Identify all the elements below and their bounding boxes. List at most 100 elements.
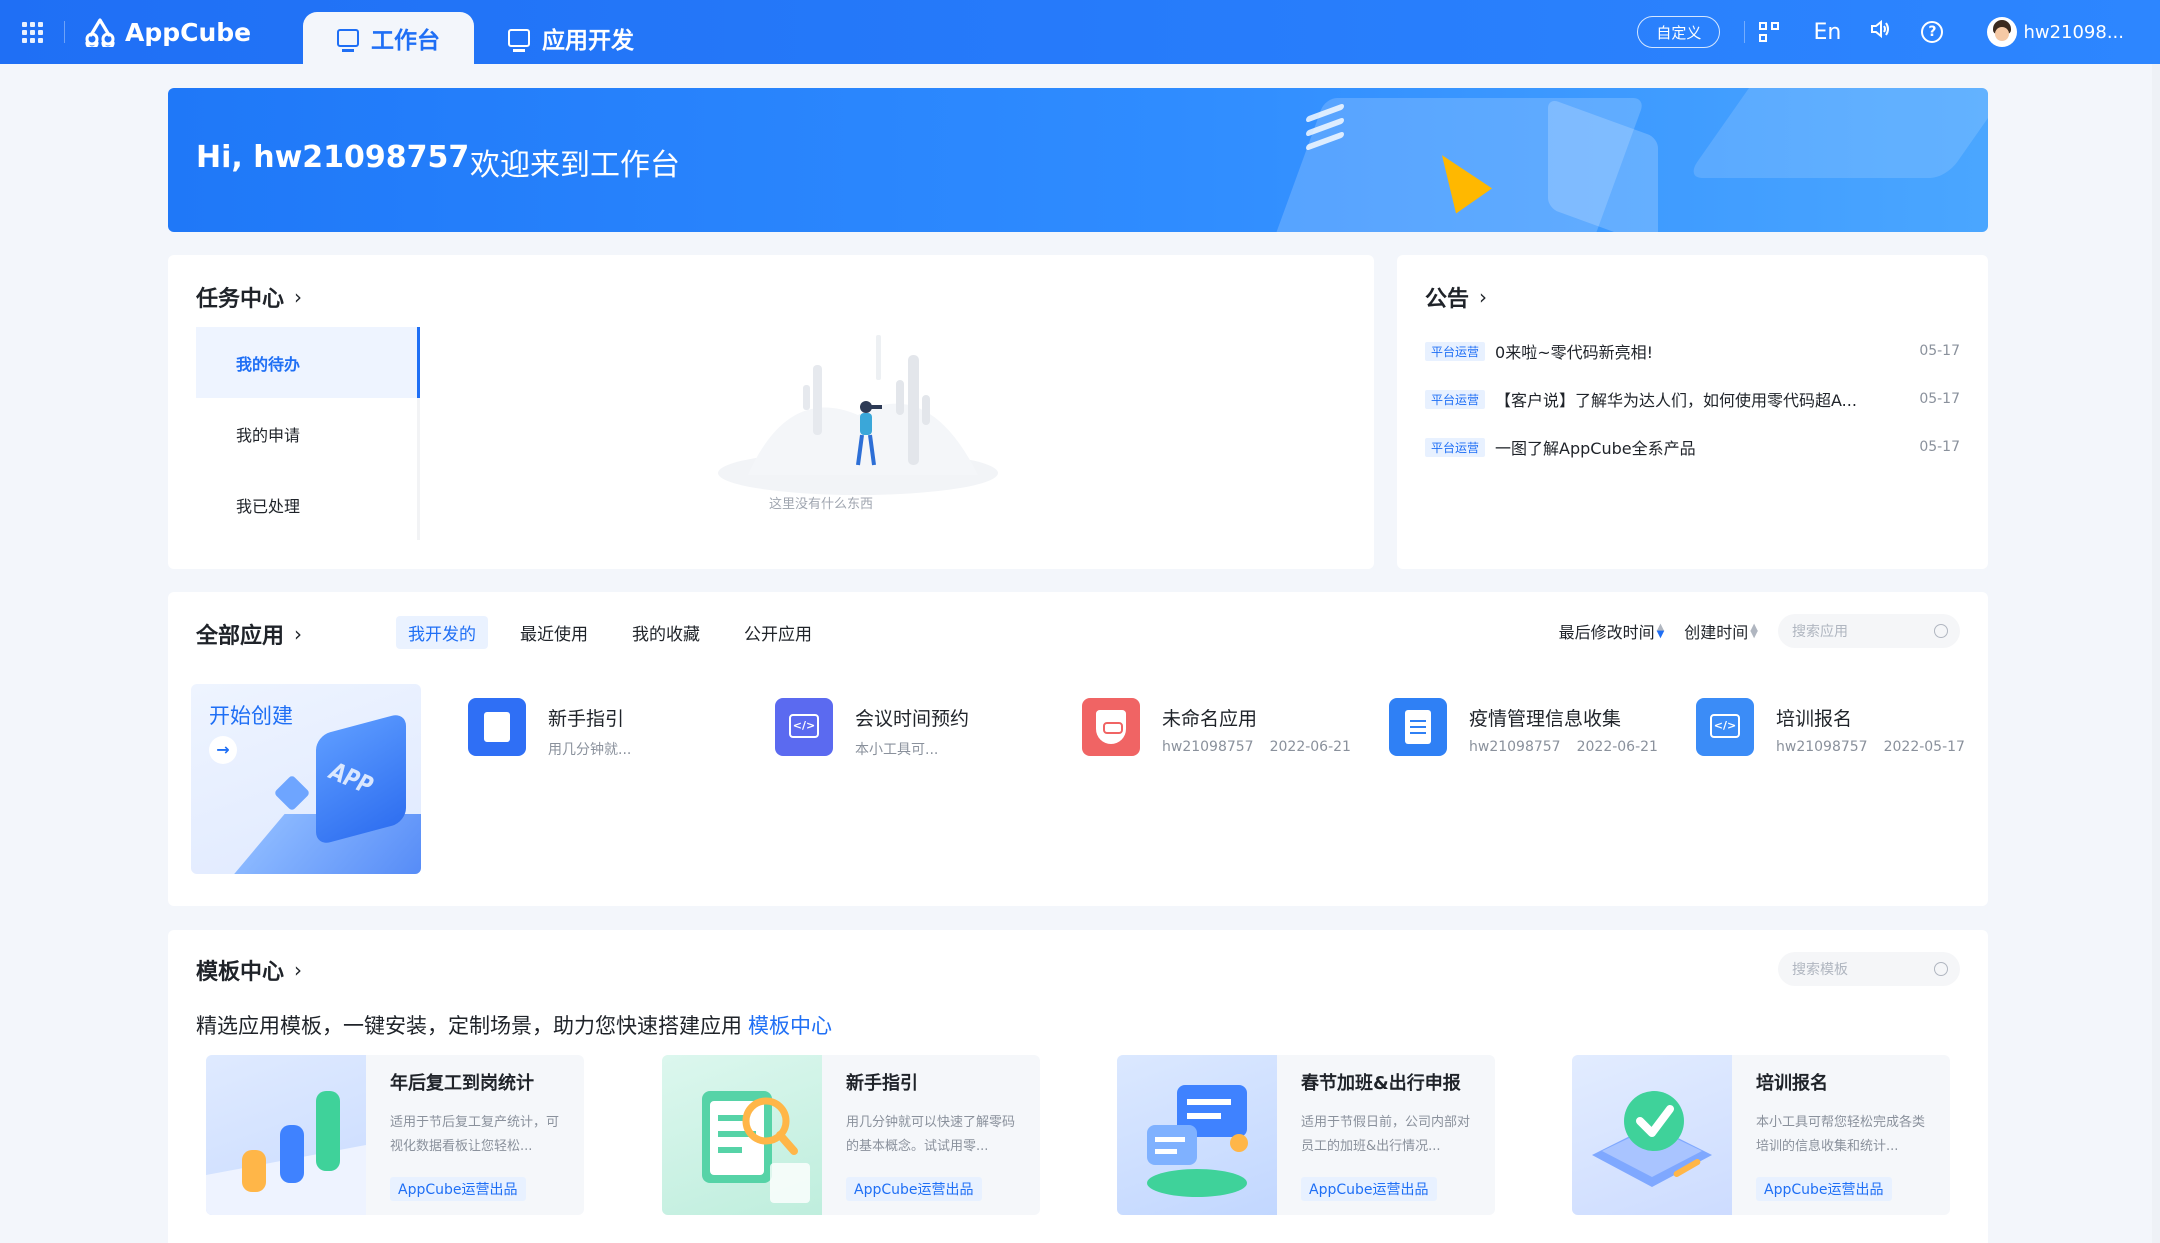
app-name: 培训报名 (1776, 708, 1853, 730)
app-item[interactable]: </> 会议时间预约 本小工具可... (775, 698, 1075, 758)
nav-item-my-requests[interactable]: 我的申请 (196, 398, 420, 469)
notice-text[interactable]: 0来啦~零代码新亮相! (1495, 339, 1895, 363)
sort-modified-time[interactable]: 最后修改时间 ▲ ▼ (1559, 619, 1665, 643)
tab-recent[interactable]: 最近使用 (508, 616, 600, 649)
app-name: 新手指引 (548, 708, 625, 730)
template-item[interactable]: 新手指引 用几分钟就可以快速了解零码的基本概念。试试用零... AppCube运… (662, 1055, 1040, 1215)
apps-tabs: 我开发的 最近使用 我的收藏 公开应用 (396, 616, 844, 649)
app-search-input[interactable]: 搜索应用 (1778, 614, 1960, 648)
app-date: 2022-05-17 (1883, 739, 1965, 755)
app-sub: 本小工具可... (855, 742, 939, 758)
notice-card: 公告 › 平台运营 0来啦~零代码新亮相! 05-17 平台运营 【客户说】了解… (1397, 255, 1988, 569)
template-item[interactable]: 年后复工到岗统计 适用于节后复工复产统计，可视化数据看板让您轻松... AppC… (206, 1055, 584, 1215)
shield-icon (1082, 698, 1140, 756)
create-app-tile[interactable]: APP 开始创建 → (191, 684, 421, 874)
app-item[interactable]: 未命名应用 hw21098757 2022-06-21 (1082, 698, 1382, 758)
description-text: 精选应用模板，一键安装，定制场景，助力您快速搭建应用 (196, 1014, 742, 1038)
qr-code-icon[interactable] (1759, 22, 1785, 42)
tab-label: 应用开发 (542, 28, 634, 54)
speaker-icon[interactable] (1867, 18, 1893, 46)
language-toggle[interactable]: En (1813, 20, 1841, 45)
tab-public[interactable]: 公开应用 (732, 616, 824, 649)
task-center-title[interactable]: 任务中心 › (196, 281, 302, 313)
notice-date: 05-17 (1919, 439, 1960, 455)
template-center-title[interactable]: 模板中心 › (196, 954, 302, 986)
tab-label: 工作台 (371, 28, 440, 54)
sort-arrows-icon: ▲ ▼ (1656, 622, 1665, 640)
code-window-icon (508, 29, 530, 52)
section-title: 任务中心 (196, 287, 285, 312)
template-name: 新手指引 (846, 1073, 918, 1094)
template-desc: 用几分钟就可以快速了解零码的基本概念。试试用零... (846, 1115, 1016, 1154)
app-grid-icon[interactable] (0, 0, 64, 64)
template-name: 春节加班&出行申报 (1301, 1073, 1461, 1094)
template-search-input[interactable]: 搜索模板 (1778, 952, 1960, 986)
chevron-right-icon: › (294, 622, 303, 646)
notice-text[interactable]: 一图了解AppCube全系产品 (1495, 435, 1895, 459)
template-desc: 适用于节后复工复产统计，可视化数据看板让您轻松... (390, 1115, 560, 1154)
template-name: 年后复工到岗统计 (390, 1073, 534, 1094)
app-item[interactable]: 新手指引 用几分钟就... (468, 698, 768, 758)
document-icon (1389, 698, 1447, 756)
tab-favorites[interactable]: 我的收藏 (620, 616, 712, 649)
app-item[interactable]: </> 培训报名 hw21098757 2022-05-17 (1696, 698, 1996, 758)
banner-decoration (1685, 88, 1988, 178)
create-deco-text: APP (323, 758, 378, 801)
list-item[interactable]: 平台运营 【客户说】了解华为达人们，如何使用零代码超A... 05-17 (1425, 375, 1960, 423)
code-icon: </> (775, 698, 833, 756)
all-apps-title[interactable]: 全部应用 › (196, 618, 302, 650)
logo[interactable]: AppCube (83, 17, 303, 47)
app-meta-line: hw21098757 2022-06-21 (1469, 739, 1658, 755)
help-icon[interactable]: ? (1921, 21, 1947, 43)
notice-text[interactable]: 【客户说】了解华为达人们，如何使用零代码超A... (1495, 387, 1895, 411)
appcube-logo-icon (85, 18, 115, 47)
list-item[interactable]: 平台运营 0来啦~零代码新亮相! 05-17 (1425, 327, 1960, 375)
app-date: 2022-06-21 (1269, 739, 1351, 755)
clipboard-illustration (662, 1055, 822, 1215)
app-item[interactable]: 疫情管理信息收集 hw21098757 2022-06-21 (1389, 698, 1689, 758)
divider (1744, 21, 1746, 43)
create-decoration (273, 774, 311, 812)
tab-app-dev[interactable]: 应用开发 (474, 12, 668, 64)
template-search: 搜索模板 (1778, 952, 1960, 986)
template-center-link[interactable]: 模板中心 (748, 1014, 832, 1038)
scrollbar[interactable] (2152, 64, 2160, 1243)
notice-title[interactable]: 公告 › (1425, 281, 1487, 313)
template-description: 精选应用模板，一键安装，定制场景，助力您快速搭建应用 模板中心 (196, 1010, 832, 1040)
template-tag: AppCube运营出品 (846, 1177, 982, 1201)
top-right-tools: 自定义 En ? hw21098... (1637, 0, 2160, 64)
user-menu[interactable]: hw21098... (1987, 17, 2124, 47)
sort-arrows-icon: ▲ ▼ (1750, 622, 1758, 640)
tab-workbench[interactable]: 工作台 (303, 12, 474, 64)
book-icon (468, 698, 526, 756)
apps-tools: 最后修改时间 ▲ ▼ 创建时间 ▲ ▼ 搜索应用 (1559, 614, 1960, 648)
section-title: 模板中心 (196, 960, 285, 985)
top-bar: AppCube 工作台 应用开发 自定义 En ? hw21098... (0, 0, 2160, 64)
notice-date: 05-17 (1919, 343, 1960, 359)
app-date: 2022-06-21 (1576, 739, 1658, 755)
template-tag: AppCube运营出品 (390, 1177, 526, 1201)
notice-list: 平台运营 0来啦~零代码新亮相! 05-17 平台运营 【客户说】了解华为达人们… (1425, 327, 1960, 471)
app-desc: 本小工具可... (855, 739, 969, 759)
sort-created-time[interactable]: 创建时间 ▲ ▼ (1684, 619, 1758, 643)
list-item[interactable]: 平台运营 一图了解AppCube全系产品 05-17 (1425, 423, 1960, 471)
template-item[interactable]: 春节加班&出行申报 适用于节假日前，公司内部对员工的加班&出行情况... App… (1117, 1055, 1495, 1215)
create-label: 开始创建 (209, 704, 293, 728)
banner-decoration (1306, 103, 1344, 152)
app-meta-line: hw21098757 2022-06-21 (1162, 739, 1351, 755)
banner-decoration (1548, 97, 1658, 232)
tab-my-developed[interactable]: 我开发的 (396, 616, 488, 649)
app-desc: 用几分钟就... (548, 739, 631, 759)
app-meta-line: hw21098757 2022-05-17 (1776, 739, 1965, 755)
arrow-right-icon[interactable]: → (209, 736, 237, 764)
template-item[interactable]: 培训报名 本小工具可帮您轻松完成各类培训的信息收集和统计... AppCube运… (1572, 1055, 1950, 1215)
customize-button[interactable]: 自定义 (1637, 16, 1721, 48)
welcome-text: 欢迎来到工作台 (470, 148, 680, 183)
sort-label: 最后修改时间 (1558, 623, 1655, 642)
monitor-icon (337, 29, 359, 52)
app-name: 未命名应用 (1162, 708, 1258, 730)
nav-item-my-todo[interactable]: 我的待办 (196, 327, 420, 398)
user-name: hw21098... (2023, 21, 2124, 43)
section-title: 全部应用 (196, 624, 285, 649)
notice-tag: 平台运营 (1425, 389, 1486, 409)
